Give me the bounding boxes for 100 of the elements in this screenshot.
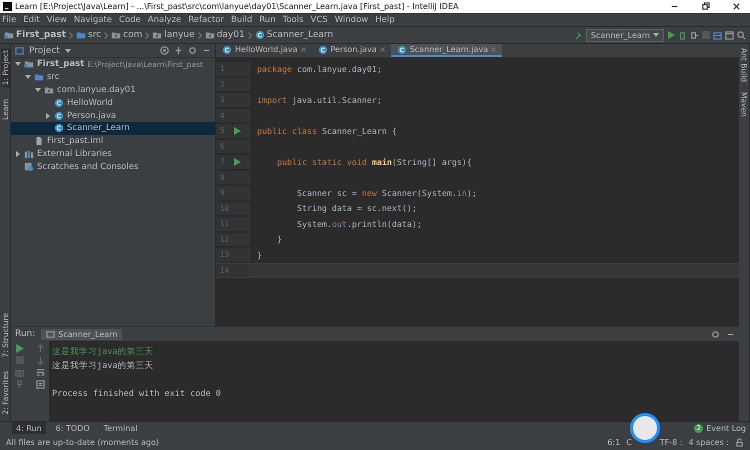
debug-icon[interactable] [678, 30, 687, 40]
menu-item[interactable]: Edit [23, 14, 40, 24]
tree-item-label: First_past.iml [47, 136, 104, 146]
restore-icon[interactable] [700, 2, 710, 11]
tree-item[interactable]: src [11, 70, 215, 84]
breadcrumb[interactable]: lanyue [152, 30, 195, 40]
editor-tab[interactable]: Person.java [312, 44, 391, 57]
close-icon[interactable] [732, 2, 740, 11]
scroll-end-icon[interactable] [36, 380, 45, 389]
run-icon[interactable] [233, 158, 241, 166]
code-line: Scanner sc = new Scanner(System.in); [296, 188, 477, 198]
menu-item[interactable]: Analyze [148, 14, 182, 24]
status-item[interactable]: 6:1 [607, 438, 620, 446]
class-icon [54, 98, 64, 108]
tree-item[interactable]: HelloWorld [11, 96, 215, 110]
tree-item-label: src [47, 72, 60, 82]
tree-item[interactable]: First_past.iml [11, 134, 215, 148]
collapsed-arrow-icon[interactable] [14, 150, 20, 157]
tree-item-label: Scratches and Consoles [37, 162, 138, 172]
status-message: All files are up-to-date (moments ago) [6, 438, 159, 446]
tree-item-label: HelloWorld [67, 98, 113, 108]
breadcrumb[interactable]: com [111, 30, 142, 40]
run-icon[interactable] [667, 31, 675, 39]
code-line: } [256, 250, 262, 260]
tree-item[interactable]: Person.java [11, 109, 215, 122]
code-line: public static void main(String[] args){ [276, 156, 472, 167]
menu-item[interactable]: View [46, 14, 67, 24]
code-line: import java.util.Scanner; [256, 94, 382, 105]
folder-icon [34, 72, 44, 82]
class-icon [222, 44, 232, 54]
panel-title[interactable]: Project [29, 46, 60, 56]
scratches-icon [24, 162, 34, 172]
run-configuration-dropdown[interactable]: Scanner_Learn [586, 28, 664, 42]
tree-item-label: com.lanyue.day01 [57, 84, 136, 95]
folder-icon [111, 30, 122, 40]
breadcrumb[interactable]: First_past [4, 30, 66, 40]
tree-item[interactable]: Scratches and Consoles [11, 160, 215, 174]
menu-item[interactable]: Build [230, 14, 252, 24]
chevron-icon [198, 32, 202, 38]
window-icon[interactable] [725, 30, 734, 40]
editor-tab[interactable]: HelloWorld.java [216, 44, 312, 57]
breadcrumb[interactable]: src [76, 30, 102, 40]
tool-window-tab[interactable]: 4: Run [12, 422, 46, 434]
folder-icon [44, 84, 54, 95]
class-icon [318, 44, 328, 54]
status-item[interactable]: 4 spaces : [688, 438, 729, 446]
class-icon [254, 30, 265, 40]
menu-item[interactable]: File [2, 14, 16, 24]
collapsed-arrow-icon[interactable] [44, 112, 50, 119]
target-icon[interactable] [160, 46, 169, 55]
caret-icon [653, 33, 659, 37]
folder-icon [204, 30, 215, 40]
menu-item[interactable]: Help [375, 14, 395, 24]
run-icon[interactable] [15, 344, 24, 353]
tool-window-tab[interactable]: 6: TODO [52, 422, 94, 434]
breadcrumb[interactable]: day01 [204, 30, 245, 40]
menu-item[interactable]: Run [259, 14, 276, 24]
tree-item[interactable]: com.lanyue.day01 [11, 84, 215, 96]
folder-icon[interactable] [15, 46, 24, 55]
console-line: 这是我学习java的第三天 [52, 360, 154, 372]
tree-item[interactable]: Scanner_Learn [11, 122, 215, 135]
breadcrumb[interactable]: Scanner_Learn [254, 30, 334, 40]
project-structure-icon[interactable] [713, 30, 722, 40]
search-icon[interactable] [737, 30, 746, 40]
run-icon[interactable] [233, 126, 241, 135]
menu-item[interactable]: Window [334, 14, 368, 24]
wrap-icon[interactable] [36, 368, 45, 377]
tree-item[interactable]: External Libraries [11, 148, 215, 160]
caret-icon [64, 48, 71, 52]
menu-item[interactable]: VCS [310, 14, 328, 24]
chevron-icon [145, 32, 150, 38]
chevron-icon [69, 32, 74, 38]
tree-item-label: External Libraries [37, 148, 112, 159]
chevron-icon [248, 32, 252, 38]
library-icon [24, 148, 34, 159]
tree-item-label: Scanner_Learn [67, 123, 130, 134]
tree-item-label: First_past [37, 59, 84, 70]
folder-icon [24, 59, 34, 70]
lock-icon[interactable] [735, 438, 744, 446]
hammer-icon[interactable] [574, 30, 583, 40]
menu-item[interactable]: Navigate [74, 14, 112, 24]
run-tab[interactable]: Scanner_Learn [41, 328, 122, 340]
class-icon [396, 44, 407, 54]
menu-item[interactable]: Refactor [188, 14, 224, 24]
console-icon[interactable] [46, 330, 56, 338]
status-item[interactable]: C [626, 438, 632, 446]
tool-window-tab[interactable]: Terminal [100, 422, 142, 434]
menu-item[interactable]: Code [119, 14, 141, 24]
run-label: Run: [15, 329, 36, 339]
code-line: System.out.println(data); [296, 218, 422, 229]
tree-item-label: Person.java [67, 110, 116, 121]
code-line: } [276, 234, 282, 244]
folder-icon [152, 30, 162, 40]
menu-item[interactable]: Tools [282, 14, 304, 24]
code-line: public class Scanner_Learn { [256, 126, 397, 136]
class-icon [54, 123, 64, 134]
console-line: Process finished with exit code 0 [52, 389, 221, 399]
window-title: Learn [E:\Project\Java\Learn] - ...\First_past\src\com\lanyue\day01\Scanner_Learn.java [First_past] - IntelliJ IDEA [15, 2, 460, 11]
editor-tab[interactable]: Scanner_Learn.java [390, 44, 502, 57]
status-item[interactable]: TF-8 : [660, 438, 682, 446]
